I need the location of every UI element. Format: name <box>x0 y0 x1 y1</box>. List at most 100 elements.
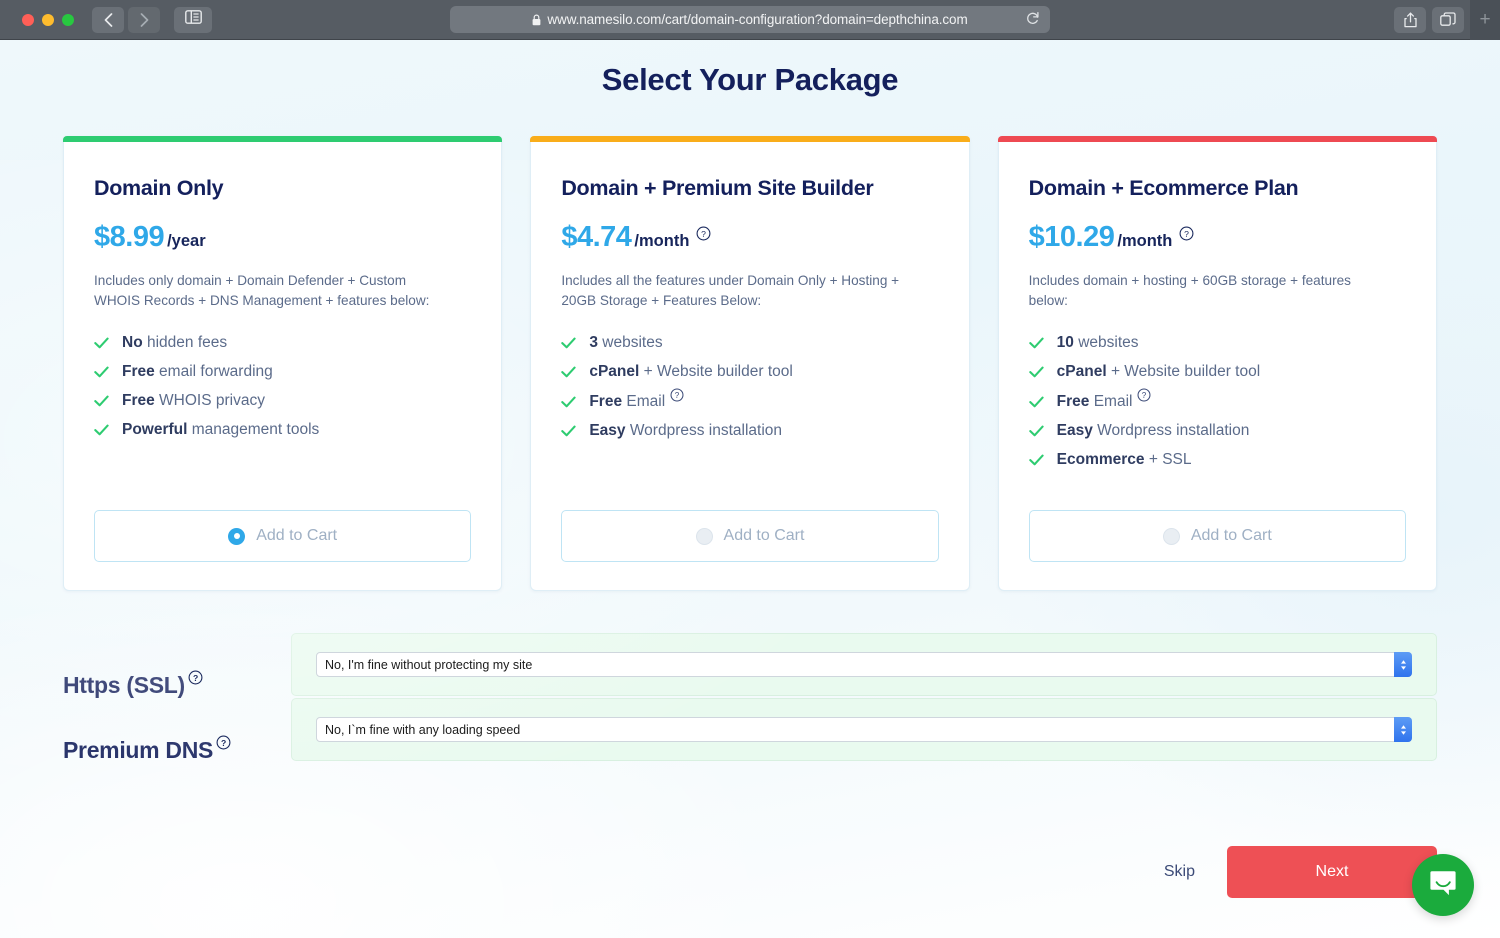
svg-text:?: ? <box>1142 391 1147 400</box>
next-button[interactable]: Next <box>1227 846 1437 898</box>
radio-selected-icon <box>228 527 246 545</box>
premium-dns-option-label: Premium DNS ? <box>63 718 291 783</box>
package-card-domain-only[interactable]: Domain Only $8.99 /year Includes only do… <box>63 136 503 591</box>
minimize-window-button[interactable] <box>42 13 54 26</box>
chevron-updown-icon[interactable] <box>1394 652 1412 677</box>
svg-text:?: ? <box>221 738 226 748</box>
tab-overview-button[interactable] <box>1432 6 1464 33</box>
premium-dns-select-value: No, I`m fine with any loading speed <box>325 722 521 737</box>
feature-strong: Free <box>122 392 155 410</box>
feature-item: Easy Wordpress installation <box>561 422 938 440</box>
premium-dns-select[interactable]: No, I`m fine with any loading speed <box>316 717 1412 742</box>
feature-item: Easy Wordpress installation <box>1028 422 1406 440</box>
chat-launcher-button[interactable] <box>1412 854 1474 916</box>
check-icon <box>94 424 109 436</box>
chevron-updown-icon[interactable] <box>1394 717 1412 742</box>
feature-rest: hidden fees <box>142 334 228 352</box>
package-title: Domain + Premium Site Builder <box>561 176 874 200</box>
addon-options-section: Https (SSL) ? Premium DNS ? No, I'm fine… <box>0 591 1500 783</box>
share-button[interactable] <box>1394 6 1426 33</box>
add-to-cart-label: Add to Cart <box>723 527 805 544</box>
package-card-ecommerce-plan[interactable]: Domain + Ecommerce Plan $10.29 /month ? … <box>997 136 1437 591</box>
sidebar-toggle-icon <box>184 10 202 29</box>
feature-item: Free email forwarding <box>94 363 471 381</box>
feature-item: cPanel + Website builder tool <box>1028 363 1406 381</box>
check-icon <box>561 337 576 349</box>
package-description: Includes all the features under Domain O… <box>561 273 900 308</box>
feature-strong: Ecommerce <box>1056 451 1145 469</box>
feature-help-icon[interactable]: ? <box>1137 388 1151 402</box>
feature-rest: Email <box>622 393 666 411</box>
check-icon <box>1028 396 1044 408</box>
package-card-premium-site-builder[interactable]: Domain + Premium Site Builder $4.74 /mon… <box>530 136 970 591</box>
sidebar-toggle-button[interactable] <box>174 6 212 33</box>
ssl-option-label: Https (SSL) ? <box>63 653 291 718</box>
price-amount: $8.99 <box>94 221 165 253</box>
add-to-cart-button[interactable]: Add to Cart <box>94 510 472 562</box>
feature-item: Powerful management tools <box>94 421 471 439</box>
maximize-window-button[interactable] <box>62 13 74 26</box>
reload-button[interactable] <box>1026 11 1040 29</box>
radio-unselected-icon <box>1162 527 1180 545</box>
feature-item: Ecommerce + SSL <box>1028 451 1406 469</box>
address-bar-url: www.namesilo.com/cart/domain-configurati… <box>547 12 968 27</box>
svg-text:?: ? <box>1184 229 1189 239</box>
addon-option-rows: No, I'm fine without protecting my site … <box>291 633 1437 761</box>
skip-link[interactable]: Skip <box>1160 857 1199 887</box>
page-content: Select Your Package Domain Only $8.99 /y… <box>0 40 1500 938</box>
price-period: /month <box>634 232 690 250</box>
feature-item: 10 websites <box>1028 334 1406 352</box>
feature-strong: Free <box>1056 393 1090 411</box>
card-accent-bar <box>997 136 1437 142</box>
feature-strong: cPanel <box>589 363 640 381</box>
feature-help-icon[interactable]: ? <box>670 388 684 402</box>
feature-item: Free Email? <box>1028 388 1406 411</box>
share-icon <box>1403 12 1417 28</box>
address-bar[interactable]: www.namesilo.com/cart/domain-configurati… <box>450 6 1050 33</box>
feature-rest: + SSL <box>1144 451 1192 469</box>
close-window-button[interactable] <box>22 13 34 26</box>
feature-rest: email forwarding <box>154 363 273 381</box>
reload-icon <box>1026 11 1040 29</box>
svg-text:?: ? <box>193 673 198 683</box>
add-to-cart-button[interactable]: Add to Cart <box>561 510 939 562</box>
premium-dns-label-text: Premium DNS <box>63 737 214 763</box>
package-price: $10.29 /month ? <box>1029 221 1406 254</box>
feature-strong: 10 <box>1056 334 1074 352</box>
premium-dns-help-icon[interactable]: ? <box>216 735 231 750</box>
ssl-option-row: No, I'm fine without protecting my site <box>291 633 1437 696</box>
feature-strong: 3 <box>589 334 598 352</box>
back-button[interactable] <box>92 6 124 33</box>
addon-option-labels: Https (SSL) ? Premium DNS ? <box>63 633 291 783</box>
price-help-icon[interactable]: ? <box>1179 226 1194 241</box>
add-to-cart-button[interactable]: Add to Cart <box>1028 510 1406 562</box>
chrome-right-actions: + <box>1394 0 1500 40</box>
check-icon <box>94 395 109 407</box>
price-help-icon[interactable]: ? <box>696 226 711 241</box>
price-period: /year <box>167 232 206 250</box>
price-period: /month <box>1117 232 1173 250</box>
package-price: $8.99 /year <box>94 221 471 254</box>
check-icon <box>94 337 109 349</box>
premium-dns-option-row: No, I`m fine with any loading speed <box>291 698 1437 761</box>
card-accent-bar <box>63 136 503 142</box>
feature-list: 3 websites cPanel + Website builder tool… <box>561 334 938 440</box>
new-tab-button[interactable]: + <box>1470 0 1500 40</box>
forward-button[interactable] <box>128 6 160 33</box>
package-description: Includes only domain + Domain Defender +… <box>94 273 430 308</box>
navigation-buttons <box>92 6 160 33</box>
browser-chrome: www.namesilo.com/cart/domain-configurati… <box>0 0 1500 40</box>
svg-text:?: ? <box>702 229 707 239</box>
feature-strong: No <box>122 334 143 352</box>
radio-unselected-icon <box>695 527 713 545</box>
feature-rest: WHOIS privacy <box>154 392 265 410</box>
feature-item: Free WHOIS privacy <box>94 392 471 410</box>
lock-icon <box>532 14 541 26</box>
add-to-cart-label: Add to Cart <box>1190 527 1272 544</box>
feature-rest: management tools <box>187 421 320 439</box>
check-icon <box>561 396 576 408</box>
ssl-help-icon[interactable]: ? <box>188 670 203 685</box>
package-title: Domain + Ecommerce Plan <box>1028 176 1299 200</box>
feature-rest: websites <box>597 334 663 352</box>
ssl-select[interactable]: No, I'm fine without protecting my site <box>316 652 1412 677</box>
